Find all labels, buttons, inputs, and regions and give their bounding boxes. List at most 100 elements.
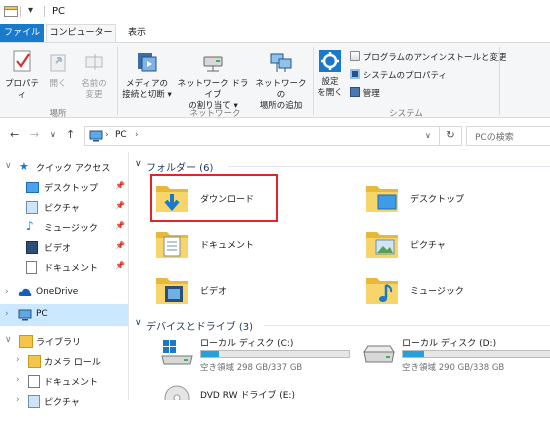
drive-usage-bar <box>402 350 550 358</box>
recent-locations-chevron-icon[interactable]: ∨ <box>50 130 56 139</box>
folder-videos[interactable]: ビデオ <box>150 268 340 312</box>
nav-item-camera-roll[interactable]: › カメラ ロール <box>0 350 128 372</box>
breadcrumb-chevron-icon[interactable]: › <box>135 130 139 140</box>
drive-free-space: 空き領域 298 GB/337 GB <box>200 363 303 373</box>
open-settings-button[interactable]: 設定 を開く <box>316 49 344 99</box>
drive-dvd[interactable]: DVD RW ドライブ (E:) <box>160 384 360 428</box>
nav-item-desktop[interactable]: デスクトップ 📌 <box>0 176 128 198</box>
tab-file[interactable]: ファイル <box>0 24 44 42</box>
collapse-chevron-icon[interactable]: ∨ <box>135 318 142 328</box>
explorer-icon[interactable] <box>4 5 18 17</box>
videos-icon <box>26 241 38 254</box>
nav-item-library-pictures[interactable]: › ピクチャ <box>0 390 128 412</box>
properties-icon <box>13 50 31 72</box>
tab-view[interactable]: 表示 <box>120 24 154 42</box>
pane-divider[interactable] <box>128 152 129 400</box>
uninstall-label: プログラムのアンインストールと変更 <box>362 53 507 63</box>
map-network-drive-button[interactable]: ネットワーク ドライブ の割り当て ▾ <box>176 49 250 112</box>
expand-chevron-icon[interactable]: › <box>5 309 9 319</box>
chevron-down-icon: ▾ <box>164 90 172 100</box>
breadcrumb-pc[interactable]: PC <box>115 130 127 140</box>
group-system-label: システム <box>389 109 423 119</box>
nav-label: OneDrive <box>36 287 79 297</box>
folders-header[interactable]: フォルダー (6) <box>146 159 213 174</box>
rename-label-2: 変更 <box>85 90 103 100</box>
system-properties-button[interactable]: システムのプロパティ <box>350 69 447 82</box>
uninstall-program-button[interactable]: プログラムのアンインストールと変更 <box>350 51 506 64</box>
nav-item-library-documents[interactable]: › ドキュメント <box>0 370 128 392</box>
expand-chevron-icon[interactable]: › <box>16 395 20 405</box>
folder-desktop[interactable]: デスクトップ <box>360 176 550 220</box>
title-bar: ▾ PC <box>0 0 550 24</box>
group-network-label: ネットワーク <box>189 109 241 119</box>
rename-button[interactable]: 名前の 変更 <box>76 49 112 101</box>
nav-item-documents[interactable]: ドキュメント 📌 <box>0 256 128 278</box>
nav-item-videos[interactable]: ビデオ 📌 <box>0 236 128 258</box>
expand-chevron-icon[interactable]: › <box>16 355 20 365</box>
nav-item-pc[interactable]: › PC <box>0 304 128 326</box>
quick-access-dropdown-icon[interactable]: ▾ <box>28 5 33 16</box>
drive-d[interactable]: ローカル ディスク (D:) 空き領域 290 GB/338 GB <box>362 336 550 380</box>
properties-button[interactable]: プロパティ <box>4 49 40 101</box>
expand-chevron-icon[interactable]: › <box>16 375 20 385</box>
settings-gear-icon <box>319 50 341 72</box>
address-dropdown-icon[interactable]: ∨ <box>425 131 431 140</box>
forward-arrow-icon[interactable]: → <box>30 128 39 141</box>
libraries-icon <box>19 335 33 348</box>
folder-music[interactable]: ミュージック <box>360 268 550 312</box>
system-properties-label: システムのプロパティ <box>362 71 447 81</box>
drive-free-space: 空き領域 290 GB/338 GB <box>402 363 505 373</box>
nav-label: ビデオ <box>44 244 72 254</box>
folder-pictures[interactable]: ピクチャ <box>360 222 550 266</box>
media-connect-button[interactable]: メディアの 接続と切断 ▾ <box>120 49 174 101</box>
network-drive-icon <box>203 56 223 72</box>
folder-label: ドキュメント <box>200 241 255 251</box>
pin-icon[interactable]: 📌 <box>115 181 125 190</box>
collapse-chevron-icon[interactable]: ∨ <box>135 159 142 169</box>
pc-icon <box>89 130 103 142</box>
drive-c[interactable]: ローカル ディスク (C:) 空き領域 298 GB/337 GB <box>160 336 360 380</box>
nav-label: デスクトップ <box>44 184 99 194</box>
folder-documents[interactable]: ドキュメント <box>150 222 340 266</box>
search-input[interactable]: PCの検索 <box>466 126 550 146</box>
nav-item-libraries[interactable]: ∨ ライブラリ <box>0 330 128 352</box>
pin-icon[interactable]: 📌 <box>115 201 125 210</box>
breadcrumb-chevron-icon[interactable]: › <box>105 130 109 140</box>
folder-icon <box>28 355 41 368</box>
pin-icon[interactable]: 📌 <box>115 241 125 250</box>
manage-button[interactable]: 管理 <box>350 87 380 100</box>
drive-name: DVD RW ドライブ (E:) <box>200 391 295 401</box>
pin-icon[interactable]: 📌 <box>115 261 125 270</box>
up-arrow-icon[interactable]: ↑ <box>66 128 75 141</box>
address-bar[interactable]: › PC › ∨ <box>84 126 440 146</box>
network-location-icon <box>270 53 292 72</box>
section-divider <box>228 166 550 167</box>
add-location-label-1: ネットワークの <box>255 79 307 100</box>
ribbon-divider <box>313 47 314 115</box>
pin-icon[interactable]: 📌 <box>115 221 125 230</box>
tab-computer[interactable]: コンピューター <box>46 24 116 42</box>
back-arrow-icon[interactable]: ← <box>10 128 19 141</box>
nav-item-onedrive[interactable]: › OneDrive <box>0 282 128 304</box>
section-divider <box>264 325 550 326</box>
nav-item-pictures[interactable]: ピクチャ 📌 <box>0 196 128 218</box>
music-note-icon: ♪ <box>26 219 34 233</box>
folder-label: ミュージック <box>410 287 464 297</box>
refresh-icon[interactable]: ↻ <box>440 126 462 146</box>
add-network-location-button[interactable]: ネットワークの 場所の追加 <box>252 49 310 112</box>
onedrive-cloud-icon <box>18 288 32 296</box>
settings-label-2: を開く <box>317 88 343 98</box>
expand-chevron-icon[interactable]: ∨ <box>5 335 12 345</box>
drive-name: ローカル ディスク (D:) <box>402 339 497 349</box>
folder-label: ビデオ <box>200 287 228 297</box>
expand-chevron-icon[interactable]: ∨ <box>5 161 12 171</box>
titlebar-divider <box>20 6 21 17</box>
open-button[interactable]: 開く <box>46 49 70 90</box>
drive-usage-bar <box>200 350 350 358</box>
drives-header[interactable]: デバイスとドライブ (3) <box>146 318 253 333</box>
drive-usage-fill <box>403 351 424 357</box>
nav-item-music[interactable]: ♪ ミュージック 📌 <box>0 216 128 238</box>
expand-chevron-icon[interactable]: › <box>5 287 9 297</box>
rename-icon <box>85 54 103 70</box>
nav-item-quick-access[interactable]: ∨ ★ クイック アクセス <box>0 156 128 178</box>
